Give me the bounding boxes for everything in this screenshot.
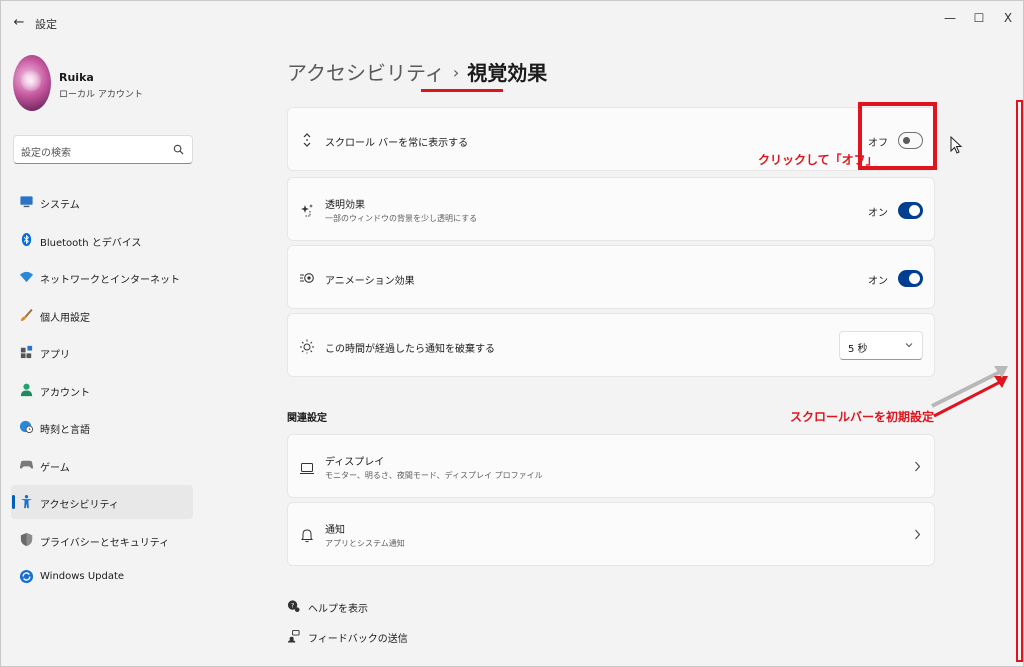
settings-window: ← 設定 — ☐ X Ruika ローカル アカウント 設定の検索 システム B… — [0, 0, 1024, 667]
update-icon — [19, 569, 34, 584]
sidebar-nav: システム Bluetooth とデバイス ネットワークとインターネット 個人用設… — [11, 185, 193, 598]
sidebar-item-label: プライバシーとセキュリティ — [40, 537, 170, 549]
toggle-state-label: オン — [868, 276, 888, 287]
select-value: 5 秒 — [848, 344, 868, 355]
sidebar-item-gaming[interactable]: ゲーム — [11, 448, 193, 482]
breadcrumb-separator: › — [452, 63, 460, 82]
sidebar-item-label: アプリ — [40, 350, 70, 361]
setting-animation: アニメーション効果 オン — [287, 245, 935, 309]
sidebar-item-privacy[interactable]: プライバシーとセキュリティ — [11, 523, 193, 557]
timeout-select[interactable]: 5 秒 — [839, 331, 923, 360]
sidebar-item-label: システム — [40, 200, 80, 211]
related-subtitle: アプリとシステム通知 — [325, 539, 405, 548]
feedback-icon — [287, 629, 300, 643]
page-title: 視覚効果 — [467, 61, 548, 85]
sidebar-item-label: Bluetooth とデバイス — [40, 237, 142, 249]
apps-icon — [20, 345, 33, 359]
setting-title: スクロール バーを常に表示する — [325, 138, 469, 149]
transparency-toggle[interactable] — [898, 202, 923, 219]
help-label: ヘルプを表示 — [308, 604, 368, 615]
sidebar-item-accounts[interactable]: アカウント — [11, 373, 193, 407]
feedback-label: フィードバックの送信 — [308, 634, 408, 645]
sun-icon — [300, 339, 314, 354]
globe-clock-icon — [19, 420, 34, 434]
toggle-state-label: オン — [868, 208, 888, 219]
sparkle-icon — [301, 204, 313, 217]
sidebar-item-bluetooth[interactable]: Bluetooth とデバイス — [11, 223, 193, 257]
sidebar-item-label: ネットワークとインターネット — [40, 275, 180, 286]
breadcrumb: アクセシビリティ › 視覚効果 — [287, 57, 547, 91]
mouse-cursor-icon — [950, 136, 963, 154]
monitor-icon — [20, 196, 33, 208]
breadcrumb-parent[interactable]: アクセシビリティ — [287, 61, 445, 85]
sidebar-item-label: Windows Update — [40, 571, 125, 582]
setting-notification-timeout: この時間が経過したら通知を破棄する 5 秒 — [287, 313, 935, 377]
related-title: ディスプレイ — [325, 457, 385, 468]
related-subtitle: モニター、明るさ、夜間モード、ディスプレイ プロファイル — [325, 471, 543, 480]
scroll-arrows-icon — [303, 133, 311, 147]
brush-icon — [20, 308, 33, 321]
sidebar-item-personalization[interactable]: 個人用設定 — [11, 298, 193, 332]
setting-title: この時間が経過したら通知を破棄する — [325, 344, 495, 355]
related-item-display[interactable]: ディスプレイ モニター、明るさ、夜間モード、ディスプレイ プロファイル — [287, 434, 935, 498]
help-icon: ? — [287, 600, 300, 613]
sidebar-item-label: アカウント — [40, 387, 90, 399]
person-icon — [20, 383, 33, 396]
sidebar-item-time-language[interactable]: 時刻と言語 — [11, 410, 193, 444]
app-title: 設定 — [35, 18, 57, 31]
bluetooth-icon — [21, 232, 32, 246]
avatar — [13, 55, 51, 111]
chevron-right-icon — [915, 529, 921, 540]
sidebar-item-label: ゲーム — [40, 462, 70, 474]
search-input[interactable]: 設定の検索 — [13, 135, 193, 164]
chevron-down-icon — [905, 343, 913, 348]
animation-toggle[interactable] — [898, 270, 923, 287]
shield-icon — [20, 532, 33, 546]
related-settings-heading: 関連設定 — [287, 413, 327, 424]
sidebar-item-accessibility[interactable]: アクセシビリティ — [11, 485, 193, 519]
related-title: 通知 — [325, 525, 345, 536]
setting-title: アニメーション効果 — [325, 276, 415, 287]
animation-icon — [300, 273, 314, 283]
maximize-button[interactable]: ☐ — [964, 9, 994, 27]
laptop-icon — [300, 463, 314, 474]
user-profile[interactable]: Ruika ローカル アカウント — [13, 55, 203, 113]
annotation-click-off: クリックして「オフ」 — [758, 153, 878, 167]
back-arrow-icon[interactable]: ← — [9, 13, 29, 33]
search-icon — [173, 144, 184, 155]
sidebar-item-system[interactable]: システム — [11, 185, 193, 219]
sidebar-item-windows-update[interactable]: Windows Update — [11, 560, 193, 594]
sidebar-item-apps[interactable]: アプリ — [11, 335, 193, 369]
gamepad-icon — [19, 460, 34, 469]
annotation-arrow-icon — [931, 366, 1008, 418]
search-placeholder: 設定の検索 — [21, 148, 71, 159]
profile-name: Ruika — [59, 71, 94, 84]
annotation-scrollbar-default: スクロールバーを初期設定 — [790, 410, 935, 424]
wifi-icon — [19, 271, 34, 283]
close-button[interactable]: X — [993, 9, 1023, 27]
sidebar-item-label: 時刻と言語 — [40, 425, 90, 436]
title-underline-annotation — [421, 89, 503, 92]
setting-transparency: 透明効果 一部のウィンドウの背景を少し透明にする オン — [287, 177, 935, 241]
setting-title: 透明効果 — [325, 200, 365, 211]
minimize-button[interactable]: — — [935, 9, 965, 27]
title-bar: ← 設定 — ☐ X — [1, 1, 1023, 45]
accessibility-icon — [20, 494, 33, 509]
annotation-scrollbar-highlight — [1016, 100, 1023, 662]
related-item-notifications[interactable]: 通知 アプリとシステム通知 — [287, 502, 935, 566]
svg-text:?: ? — [291, 601, 294, 609]
sidebar-item-network[interactable]: ネットワークとインターネット — [11, 260, 193, 294]
chevron-right-icon — [915, 461, 921, 472]
sidebar-item-label: 個人用設定 — [40, 312, 90, 324]
bell-icon — [301, 529, 313, 543]
sidebar-item-label: アクセシビリティ — [40, 500, 119, 511]
account-type: ローカル アカウント — [59, 90, 143, 100]
setting-subtitle: 一部のウィンドウの背景を少し透明にする — [325, 214, 478, 223]
